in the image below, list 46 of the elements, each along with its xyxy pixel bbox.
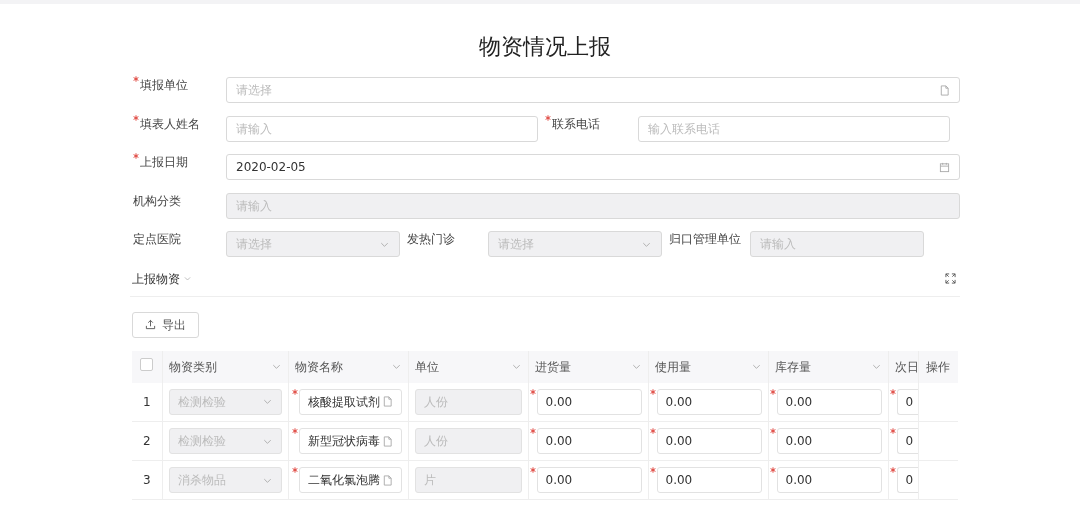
input-field[interactable]: 0.00 <box>656 428 762 454</box>
column-header: 物资类别 <box>168 358 217 376</box>
section-toggle[interactable]: 上报物资 <box>132 269 180 288</box>
field-label: 联系电话 <box>552 115 600 133</box>
input-field[interactable]: 0.00 <box>536 388 642 415</box>
file-icon <box>381 396 393 408</box>
picker-field[interactable]: 二氧化氯泡腾 <box>298 467 402 493</box>
column-header: 单位 <box>414 358 439 376</box>
input-field[interactable]: 0.00 <box>656 467 762 493</box>
input-field[interactable]: 0 <box>896 388 917 415</box>
input-field[interactable]: 0.00 <box>536 467 642 493</box>
picker-field[interactable]: 新型冠状病毒 <box>298 428 402 454</box>
field-label: 定点医院 <box>133 231 181 248</box>
row-number: 2 <box>142 434 151 448</box>
field-label: 上报日期 <box>140 154 188 171</box>
field-label: 归口管理单位 <box>669 231 741 248</box>
export-button[interactable]: 导出 <box>132 311 199 338</box>
page-title: 物资情况上报 <box>478 33 612 61</box>
input-field[interactable]: 0.00 <box>776 388 882 415</box>
row-number: 1 <box>142 394 151 409</box>
input-field[interactable]: 0.00 <box>656 388 762 415</box>
upload-icon <box>145 319 156 330</box>
picker-field[interactable]: 核酸提取试剂 <box>298 388 402 415</box>
file-icon <box>939 84 950 96</box>
column-header: 进货量 <box>534 358 571 376</box>
select-all-checkbox[interactable] <box>140 357 154 371</box>
input-field[interactable]: 0.00 <box>776 467 882 493</box>
column-header: 使用量 <box>654 358 691 376</box>
date-field[interactable]: 2020-02-05 <box>226 154 960 180</box>
file-icon <box>381 474 393 486</box>
column-header: 次日 <box>894 358 917 376</box>
field-label: 发热门诊 <box>407 231 455 248</box>
field-label: 机构分类 <box>133 192 181 210</box>
calendar-icon <box>939 161 950 173</box>
file-icon <box>381 435 393 447</box>
field-label: 填表人姓名 <box>140 115 200 133</box>
fullscreen-icon <box>945 273 956 284</box>
column-header: 操作 <box>925 358 950 376</box>
input-field[interactable]: 0 <box>896 428 917 454</box>
field-label: 填报单位 <box>140 77 188 94</box>
row-number: 3 <box>142 473 151 487</box>
column-header: 物资名称 <box>294 358 343 376</box>
input-field[interactable]: 0.00 <box>776 428 882 454</box>
input-field[interactable]: 0 <box>896 467 917 493</box>
input-field[interactable]: 0.00 <box>536 428 642 454</box>
column-header: 库存量 <box>774 358 811 376</box>
